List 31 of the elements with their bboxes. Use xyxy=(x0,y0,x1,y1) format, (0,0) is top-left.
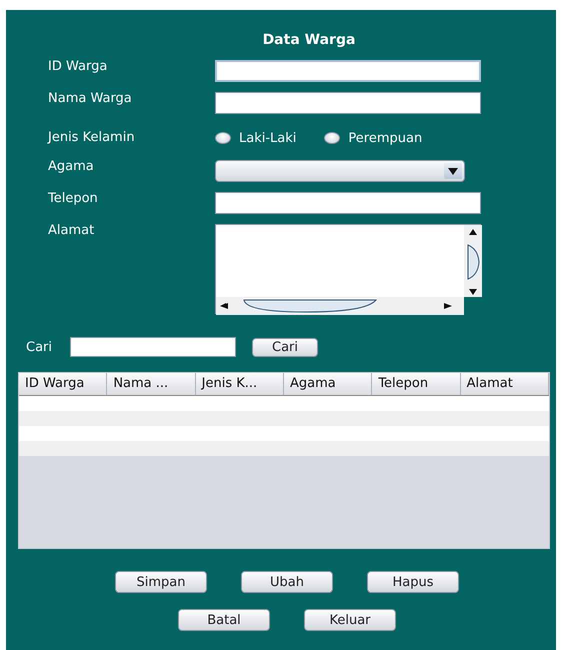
column-header[interactable]: Jenis K... xyxy=(196,373,284,395)
action-button[interactable]: Ubah xyxy=(241,571,333,593)
input-field[interactable] xyxy=(215,92,481,114)
vertical-scrollbar[interactable] xyxy=(464,225,482,297)
action-button[interactable]: Keluar xyxy=(304,609,396,631)
field-label: Nama Warga xyxy=(48,92,133,106)
field-label: Jenis Kelamin xyxy=(48,131,136,145)
column-header[interactable]: Alamat xyxy=(460,373,549,395)
horizontal-scrollbar[interactable] xyxy=(216,297,464,315)
action-button[interactable]: Batal xyxy=(178,609,270,631)
column-header[interactable]: ID Warga xyxy=(19,373,108,395)
field-label: Agama xyxy=(48,160,95,174)
search-field[interactable] xyxy=(70,337,236,357)
radio-option[interactable]: Laki-Laki xyxy=(215,130,296,146)
action-button[interactable]: Simpan xyxy=(115,571,207,593)
input-field[interactable] xyxy=(215,60,481,82)
form-title: Data Warga xyxy=(262,32,356,50)
radio-option[interactable]: Perempuan xyxy=(324,130,422,146)
field-label: Alamat xyxy=(48,224,96,238)
radio-icon[interactable] xyxy=(215,132,231,144)
field-label: ID Warga xyxy=(48,60,108,74)
search-button[interactable]: Cari xyxy=(252,338,318,356)
search-label: Cari xyxy=(26,340,53,354)
dropdown-field[interactable] xyxy=(215,160,465,182)
action-button[interactable]: Hapus xyxy=(367,571,459,593)
column-header[interactable]: Agama xyxy=(284,373,372,395)
field-label: Telepon xyxy=(48,192,99,206)
column-header[interactable]: Telepon xyxy=(372,373,461,395)
radio-icon[interactable] xyxy=(324,132,340,144)
column-header[interactable]: Nama ... xyxy=(107,373,196,395)
input-field[interactable] xyxy=(215,192,481,214)
